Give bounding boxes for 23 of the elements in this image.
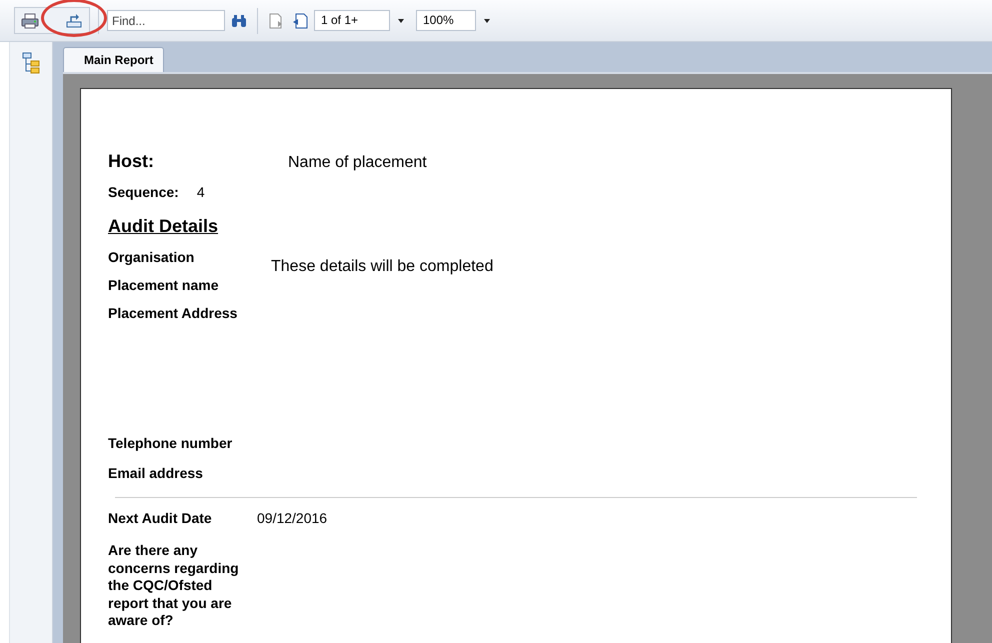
- page-field[interactable]: 1 of 1+: [314, 10, 390, 31]
- field-label: Next Audit Date: [108, 510, 213, 526]
- find-field[interactable]: Find...: [107, 10, 225, 31]
- dropdown-caret-icon[interactable]: [484, 18, 490, 22]
- section-title: Audit Details: [108, 216, 220, 237]
- question-text: Are there any concerns regarding the CQC/Ofsted report that you are aware of?: [108, 542, 240, 630]
- field-label: Placement name: [108, 277, 220, 295]
- binoculars-icon[interactable]: [229, 14, 249, 28]
- host-value: Name of placement: [288, 154, 427, 172]
- details-note: These details will be completed: [271, 257, 494, 277]
- field-label: Placement Address: [108, 305, 238, 323]
- tree-view-icon[interactable]: [22, 52, 40, 74]
- zoom-field[interactable]: 100%: [416, 10, 476, 31]
- dropdown-caret-icon[interactable]: [398, 18, 404, 22]
- sequence-label: Sequence:: [108, 184, 179, 200]
- field-label: Organisation: [108, 249, 196, 267]
- print-button[interactable]: [19, 10, 41, 30]
- host-label: Host:: [108, 151, 155, 172]
- field-label: Email address: [108, 465, 204, 483]
- sequence-value: 4: [196, 184, 205, 200]
- date-value: 09/12/2016: [257, 510, 328, 526]
- field-label: Telephone number: [108, 435, 234, 453]
- report-tab[interactable]: Main Report: [63, 47, 164, 72]
